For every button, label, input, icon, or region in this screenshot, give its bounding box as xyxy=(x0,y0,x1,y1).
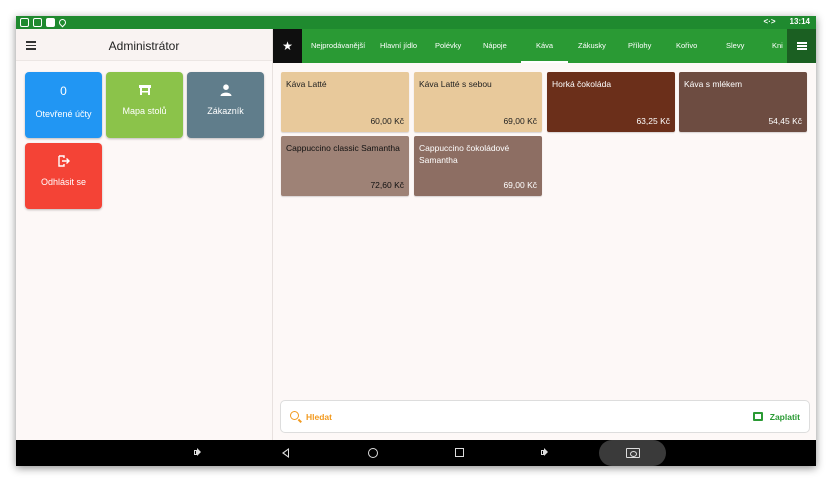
sidebar-panel: Administrátor 0 Otevřené účty Mapa stolů… xyxy=(16,29,273,440)
tab-sides[interactable]: Přílohy xyxy=(628,29,651,63)
product-name: Káva Latté xyxy=(286,79,327,89)
tab-bestsellers[interactable]: Nejprodávanější xyxy=(311,29,365,63)
status-time: 13:14 xyxy=(789,17,810,26)
screenshot-button[interactable] xyxy=(599,440,666,466)
product-name: Cappuccino classic Samantha xyxy=(286,143,400,153)
table-icon xyxy=(138,85,151,95)
product-card[interactable]: Horká čokoláda 63,25 Kč xyxy=(547,72,675,132)
tab-main-dish[interactable]: Hlavní jídlo xyxy=(380,29,417,63)
wallet-icon[interactable] xyxy=(753,412,763,421)
tab-spices[interactable]: Kořivo xyxy=(676,29,697,63)
sidebar-header: Administrátor xyxy=(16,29,272,61)
product-price: 63,25 Kč xyxy=(636,116,670,126)
tab-coffee[interactable]: Káva xyxy=(536,29,553,63)
recents-icon[interactable] xyxy=(455,448,464,457)
open-accounts-count: 0 xyxy=(60,84,67,98)
product-card[interactable]: Káva Latté 60,00 Kč xyxy=(281,72,409,132)
open-accounts-tile[interactable]: 0 Otevřené účty xyxy=(25,72,102,138)
product-name: Káva Latté s sebou xyxy=(419,79,492,89)
customer-tile[interactable]: Zákazník xyxy=(187,72,264,138)
camera-icon xyxy=(626,448,640,458)
search-button[interactable]: Hledat xyxy=(306,412,332,422)
tab-desserts[interactable]: Zákusky xyxy=(578,29,606,63)
table-map-tile[interactable]: Mapa stolů xyxy=(106,72,183,138)
product-price: 69,00 Kč xyxy=(503,116,537,126)
location-icon xyxy=(57,17,68,28)
pay-button[interactable]: Zaplatit xyxy=(770,412,800,422)
android-nav-bar xyxy=(16,440,816,466)
logout-label: Odhlásit se xyxy=(40,177,87,187)
tab-books[interactable]: Kni xyxy=(772,29,783,63)
network-icon: <·> xyxy=(763,17,776,26)
logout-tile[interactable]: Odhlásit se xyxy=(25,143,102,209)
volume-up-icon[interactable] xyxy=(541,448,550,457)
product-name: Horká čokoláda xyxy=(552,79,612,89)
tab-discounts[interactable]: Slevy xyxy=(726,29,744,63)
product-card[interactable]: Káva Latté s sebou 69,00 Kč xyxy=(414,72,542,132)
favorites-star-icon[interactable]: ★ xyxy=(273,29,302,63)
main-panel: ★ Nejprodávanější Hlavní jídlo Polévky N… xyxy=(273,29,816,440)
logout-icon xyxy=(57,155,70,167)
category-tab-bar: ★ Nejprodávanější Hlavní jídlo Polévky N… xyxy=(273,29,816,63)
product-card[interactable]: Káva s mlékem 54,45 Kč xyxy=(679,72,807,132)
status-bar: <·> 13:14 xyxy=(16,16,816,29)
tab-drinks[interactable]: Nápoje xyxy=(483,29,507,63)
open-accounts-label: Otevřené účty xyxy=(35,109,92,119)
home-icon[interactable] xyxy=(368,448,378,458)
back-icon[interactable] xyxy=(282,448,289,458)
app-notification-icon-2 xyxy=(33,18,42,27)
image-notification-icon xyxy=(46,18,55,27)
product-card[interactable]: Cappuccino čokoládové Samantha 69,00 Kč xyxy=(414,136,542,196)
product-name: Káva s mlékem xyxy=(684,79,743,89)
person-icon xyxy=(220,84,231,96)
customer-label: Zákazník xyxy=(207,106,244,116)
list-view-icon[interactable] xyxy=(787,29,816,63)
app-notification-icon xyxy=(20,18,29,27)
product-price: 69,00 Kč xyxy=(503,180,537,190)
user-title: Administrátor xyxy=(108,39,180,53)
product-price: 60,00 Kč xyxy=(370,116,404,126)
volume-down-icon[interactable] xyxy=(194,448,203,457)
product-name: Cappuccino čokoládové Samantha xyxy=(419,143,510,165)
product-price: 72,60 Kč xyxy=(370,180,404,190)
search-pay-bar: Hledat Zaplatit xyxy=(280,400,810,433)
search-icon[interactable] xyxy=(290,411,299,420)
product-price: 54,45 Kč xyxy=(768,116,802,126)
table-map-label: Mapa stolů xyxy=(122,106,167,116)
device-screen: <·> 13:14 Administrátor 0 Otevřené účty … xyxy=(16,16,816,466)
tab-soups[interactable]: Polévky xyxy=(435,29,461,63)
active-tab-indicator xyxy=(521,61,568,63)
product-card[interactable]: Cappuccino classic Samantha 72,60 Kč xyxy=(281,136,409,196)
